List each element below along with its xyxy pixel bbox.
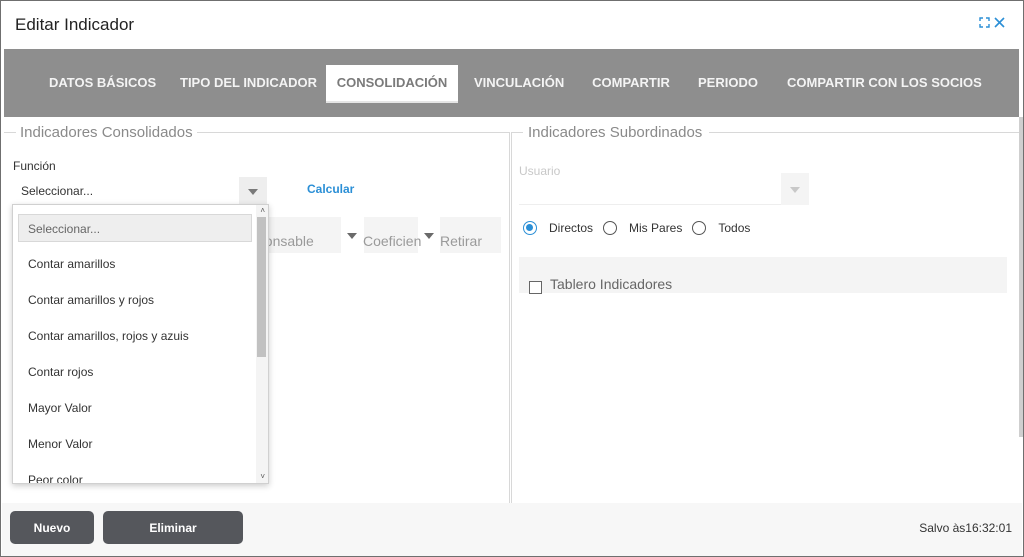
dropdown-scroll-thumb[interactable]	[257, 217, 266, 357]
usuario-select	[519, 173, 809, 205]
edit-indicator-dialog: Editar Indicador DATOS BÁSICOS TIPO DEL …	[0, 0, 1024, 557]
radio-directos-label: Directos	[549, 221, 594, 235]
dropdown-option[interactable]: Contar amarillos, rojos y azuis	[28, 329, 189, 343]
subordinate-indicators-panel: Indicadores Subordinados Usuario Directo…	[511, 117, 1019, 503]
column-coeficiente-label: Coeficien	[363, 233, 422, 249]
tablero-label: Tablero Indicadores	[550, 276, 673, 292]
tab-tipo-del-indicador[interactable]: TIPO DEL INDICADOR	[180, 65, 317, 103]
dialog-title: Editar Indicador	[15, 15, 135, 34]
group-border	[511, 132, 523, 133]
chevron-up-icon[interactable]: ˄	[260, 207, 265, 215]
chevron-down-icon[interactable]	[239, 177, 267, 205]
dropdown-option[interactable]: Peor color	[28, 473, 83, 483]
group-border	[511, 132, 512, 503]
radio-mis-pares[interactable]	[603, 221, 618, 235]
dropdown-option[interactable]: Menor Valor	[28, 437, 92, 451]
radio-todos-label: Todos	[718, 221, 751, 235]
close-icon[interactable]	[994, 17, 1005, 28]
window-controls	[979, 17, 1005, 28]
group-border	[509, 132, 510, 503]
radio-directos[interactable]	[523, 221, 537, 235]
panel-legend: Indicadores Subordinados	[524, 124, 707, 141]
chevron-down-icon[interactable]: ˅	[260, 473, 265, 481]
group-border	[4, 132, 16, 133]
tab-vinculacion[interactable]: VINCULACIÓN	[474, 65, 564, 103]
calcular-button[interactable]: Calcular	[307, 182, 354, 196]
chevron-down-icon[interactable]	[347, 233, 357, 239]
tablero-row: Tablero Indicadores	[519, 257, 1007, 294]
group-border	[196, 132, 509, 133]
dialog-footer: Nuevo Eliminar Salvo às16:32:01	[2, 503, 1022, 556]
function-select-value: Seleccionar...	[21, 184, 94, 198]
chevron-down-icon	[781, 173, 809, 205]
nuevo-button[interactable]: Nuevo	[10, 511, 94, 544]
scrollbar[interactable]	[1019, 117, 1023, 437]
function-dropdown: Seleccionar... Contar amarillos Contar a…	[12, 204, 269, 484]
dropdown-option[interactable]: Contar amarillos y rojos	[28, 293, 154, 307]
dropdown-option[interactable]: Mayor Valor	[28, 401, 92, 415]
tablero-checkbox[interactable]	[529, 281, 542, 294]
radio-todos[interactable]	[692, 221, 707, 235]
scope-radio-group: Directos Mis Pares Todos	[523, 221, 760, 235]
tab-consolidacion[interactable]: CONSOLIDACIÓN	[326, 65, 458, 103]
tab-periodo[interactable]: PERIODO	[698, 65, 758, 103]
function-select[interactable]: Seleccionar...	[13, 177, 267, 205]
radio-mis-pares-label: Mis Pares	[629, 221, 683, 235]
group-border	[709, 132, 1019, 133]
tab-compartir[interactable]: COMPARTIR	[592, 65, 670, 103]
tab-compartir-con-los-socios[interactable]: COMPARTIR CON LOS SOCIOS	[787, 65, 982, 103]
tab-bar: DATOS BÁSICOS TIPO DEL INDICADOR CONSOLI…	[4, 49, 1019, 117]
tab-datos-basicos[interactable]: DATOS BÁSICOS	[49, 65, 156, 103]
saved-status: Salvo às16:32:01	[919, 521, 1012, 535]
dropdown-option[interactable]: Contar rojos	[28, 365, 93, 379]
expand-icon[interactable]	[979, 17, 990, 28]
column-retirar-label: Retirar	[440, 233, 483, 249]
dropdown-search-input[interactable]: Seleccionar...	[18, 214, 252, 242]
eliminar-button[interactable]: Eliminar	[103, 511, 243, 544]
function-label: Función	[13, 159, 56, 173]
chevron-down-icon[interactable]	[424, 233, 434, 239]
panel-legend: Indicadores Consolidados	[16, 124, 197, 141]
dropdown-option[interactable]: Contar amarillos	[28, 257, 115, 271]
